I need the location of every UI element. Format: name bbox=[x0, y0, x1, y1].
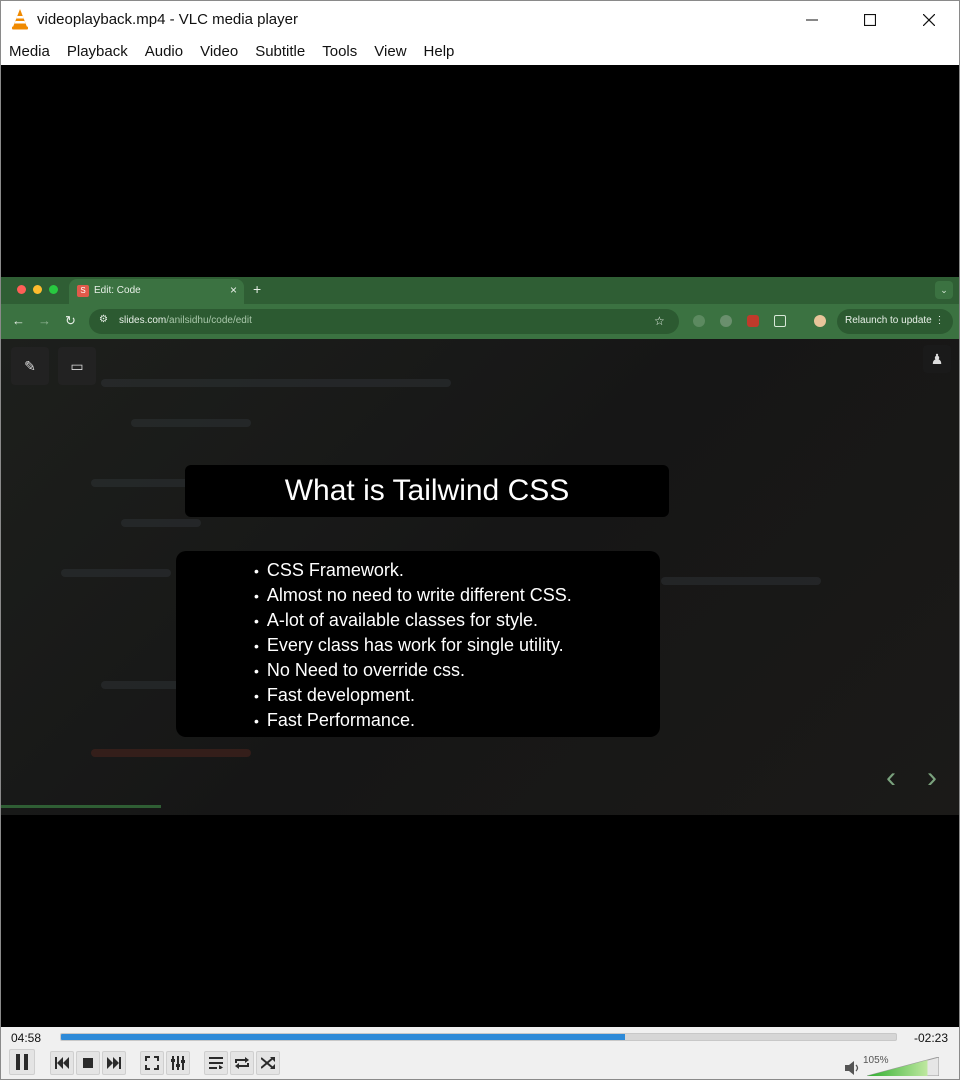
slide-bullet: Fast Performance. bbox=[254, 708, 572, 733]
volume-slider[interactable] bbox=[867, 1057, 939, 1076]
seek-bar-fill bbox=[61, 1034, 626, 1040]
stop-button[interactable] bbox=[76, 1051, 100, 1075]
seek-bar[interactable] bbox=[60, 1033, 897, 1041]
background-code-line bbox=[131, 419, 251, 427]
menu-subtitle[interactable]: Subtitle bbox=[255, 43, 305, 60]
menu-video[interactable]: Video bbox=[200, 43, 238, 60]
slide-bullet: Almost no need to write different CSS. bbox=[254, 583, 572, 608]
fullscreen-button[interactable] bbox=[140, 1051, 164, 1075]
slide-bullet-box: CSS Framework. Almost no need to write d… bbox=[176, 551, 660, 737]
vlc-window: videoplayback.mp4 - VLC media player Med… bbox=[0, 0, 960, 1080]
previous-button[interactable] bbox=[50, 1051, 74, 1075]
menu-bar: Media Playback Audio Video Subtitle Tool… bbox=[1, 38, 959, 65]
slide-bullet: Fast development. bbox=[254, 683, 572, 708]
traffic-light-minimize-icon bbox=[33, 285, 42, 294]
slide-bullet: Every class has work for single utility. bbox=[254, 633, 572, 658]
slides-favicon-icon: S bbox=[77, 285, 89, 297]
maximize-icon bbox=[864, 13, 876, 26]
loop-icon bbox=[235, 1057, 249, 1069]
address-url: slides.com/anilsidhu/code/edit bbox=[119, 315, 252, 326]
site-settings-icon: ⚙ bbox=[99, 314, 108, 325]
elapsed-time: 04:58 bbox=[11, 1031, 42, 1045]
menu-tools[interactable]: Tools bbox=[322, 43, 357, 60]
fullscreen-icon bbox=[145, 1056, 159, 1070]
pause-button[interactable] bbox=[9, 1049, 35, 1075]
reload-icon: ↻ bbox=[65, 313, 76, 328]
minimize-button[interactable] bbox=[783, 1, 841, 38]
shuffle-button[interactable] bbox=[256, 1051, 280, 1075]
address-bar: ⚙ slides.com/anilsidhu/code/edit ☆ bbox=[89, 309, 679, 334]
player-controls: 04:58 -02:23 105% bbox=[1, 1027, 959, 1079]
playlist-button[interactable] bbox=[204, 1051, 228, 1075]
extension-icon bbox=[693, 315, 705, 327]
remaining-time: -02:23 bbox=[914, 1031, 949, 1045]
shuffle-icon bbox=[261, 1057, 275, 1069]
collaborators-icon: ♟ bbox=[923, 345, 951, 373]
slide-progress-bar bbox=[1, 805, 161, 808]
browser-tab-title: Edit: Code bbox=[94, 285, 141, 296]
background-code-line bbox=[91, 749, 251, 757]
menu-help[interactable]: Help bbox=[424, 43, 455, 60]
url-host: slides.com bbox=[119, 315, 167, 326]
slide-prev-arrow-icon: ‹ bbox=[886, 761, 896, 794]
profile-avatar-icon bbox=[814, 315, 826, 327]
extensions-puzzle-icon bbox=[774, 315, 786, 327]
slide-title: What is Tailwind CSS bbox=[185, 465, 669, 517]
playlist-icon bbox=[209, 1057, 223, 1069]
window-title: videoplayback.mp4 - VLC media player bbox=[37, 11, 298, 28]
speaker-icon[interactable] bbox=[845, 1061, 861, 1075]
relaunch-label: Relaunch to update bbox=[845, 315, 932, 326]
menu-playback[interactable]: Playback bbox=[67, 43, 128, 60]
title-bar: videoplayback.mp4 - VLC media player bbox=[1, 1, 959, 38]
background-code-line bbox=[101, 379, 451, 387]
draw-pen-icon: ✎ bbox=[11, 347, 49, 385]
close-icon bbox=[923, 13, 935, 26]
pause-icon bbox=[16, 1054, 28, 1070]
url-path: /anilsidhu/code/edit bbox=[166, 315, 252, 326]
close-button[interactable] bbox=[900, 1, 958, 38]
loop-button[interactable] bbox=[230, 1051, 254, 1075]
tab-close-icon: × bbox=[229, 283, 237, 297]
vlc-cone-icon bbox=[12, 9, 28, 30]
slide-editor: ✎ ▭ ♟ What is Tailwind CSS CSS Framework… bbox=[1, 339, 959, 815]
tab-search-icon: ⌄ bbox=[935, 281, 953, 299]
extension-icon bbox=[720, 315, 732, 327]
menu-media[interactable]: Media bbox=[9, 43, 50, 60]
video-area[interactable]: S Edit: Code × + ⌄ ← → ↻ ⚙ slides.com/an… bbox=[1, 65, 959, 1027]
new-tab-icon: + bbox=[253, 281, 262, 297]
browser-tab-strip: S Edit: Code × + ⌄ bbox=[1, 277, 959, 304]
menu-audio[interactable]: Audio bbox=[145, 43, 183, 60]
next-icon bbox=[107, 1057, 121, 1069]
extension-icon bbox=[747, 315, 759, 327]
browser-tab: S Edit: Code × bbox=[69, 279, 244, 304]
menu-view[interactable]: View bbox=[374, 43, 406, 60]
slide-bullet: No Need to override css. bbox=[254, 658, 572, 683]
previous-icon bbox=[55, 1057, 69, 1069]
maximize-button[interactable] bbox=[841, 1, 899, 38]
back-arrow-icon: ← bbox=[12, 313, 25, 328]
traffic-light-close-icon bbox=[17, 285, 26, 294]
stop-icon bbox=[83, 1058, 93, 1068]
background-code-line bbox=[121, 519, 201, 527]
slide-next-arrow-icon: › bbox=[927, 761, 937, 794]
background-code-line bbox=[61, 569, 171, 577]
slide-bullet: A-lot of available classes for style. bbox=[254, 608, 572, 633]
traffic-light-zoom-icon bbox=[49, 285, 58, 294]
slide-bullet: CSS Framework. bbox=[254, 558, 572, 583]
forward-arrow-icon: → bbox=[38, 313, 51, 328]
relaunch-to-update-button: Relaunch to update ⋮ bbox=[837, 309, 953, 334]
present-screen-icon: ▭ bbox=[58, 347, 96, 385]
minimize-icon bbox=[806, 19, 818, 20]
video-frame: S Edit: Code × + ⌄ ← → ↻ ⚙ slides.com/an… bbox=[1, 277, 959, 815]
bookmark-star-icon: ☆ bbox=[654, 314, 665, 328]
slide-bullet-list: CSS Framework. Almost no need to write d… bbox=[254, 558, 572, 733]
background-code-line bbox=[661, 577, 821, 585]
equalizer-sliders-icon bbox=[171, 1056, 185, 1070]
next-button[interactable] bbox=[102, 1051, 126, 1075]
extended-settings-button[interactable] bbox=[166, 1051, 190, 1075]
browser-toolbar: ← → ↻ ⚙ slides.com/anilsidhu/code/edit ☆… bbox=[1, 304, 959, 339]
